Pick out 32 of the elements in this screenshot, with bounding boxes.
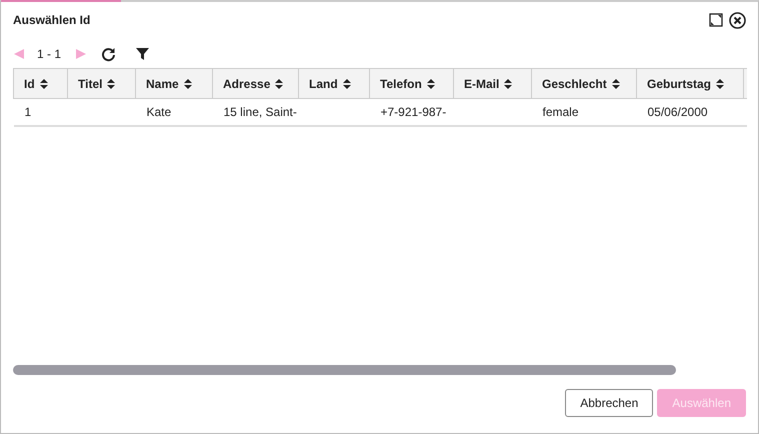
sort-icon[interactable] [612,78,620,89]
refresh-icon[interactable] [101,46,116,62]
column-header[interactable]: Adresse [212,68,298,98]
filter-icon[interactable] [136,48,150,60]
sort-icon[interactable] [40,78,48,89]
table-cell: +7-921-987- [380,105,446,119]
sort-icon[interactable] [107,78,116,89]
sort-icon[interactable] [275,78,284,89]
window-title: Auswählen Id [13,13,92,27]
table-cell: 1 [24,105,32,119]
sort-icon[interactable] [716,78,724,89]
table-cell: Kate [146,105,172,119]
sort-icon[interactable] [184,78,192,89]
column-header[interactable]: Id [14,68,68,98]
column-header[interactable]: Name [136,68,212,98]
page-range: 1 - 1 [37,47,62,61]
sort-icon[interactable] [426,78,435,89]
sort-icon[interactable] [504,78,512,89]
column-header[interactable]: Geburtstag [636,68,744,98]
column-header[interactable]: Geschlecht [532,68,636,98]
column-header[interactable]: Telefon [370,68,454,98]
table-cell: 05/06/2000 [648,105,708,119]
close-icon[interactable] [729,12,746,28]
cancel-button[interactable]: Abbrechen [565,389,654,417]
table-cell: female [542,105,579,119]
column-header[interactable]: Titel [68,68,136,98]
column-header[interactable]: Land [298,68,370,98]
scrollbar[interactable] [13,365,676,375]
maximize-icon[interactable] [709,13,723,27]
sort-icon[interactable] [342,78,351,89]
column-header[interactable]: E-Mail [454,68,532,98]
table-cell: 15 line, Saint- [224,105,297,119]
